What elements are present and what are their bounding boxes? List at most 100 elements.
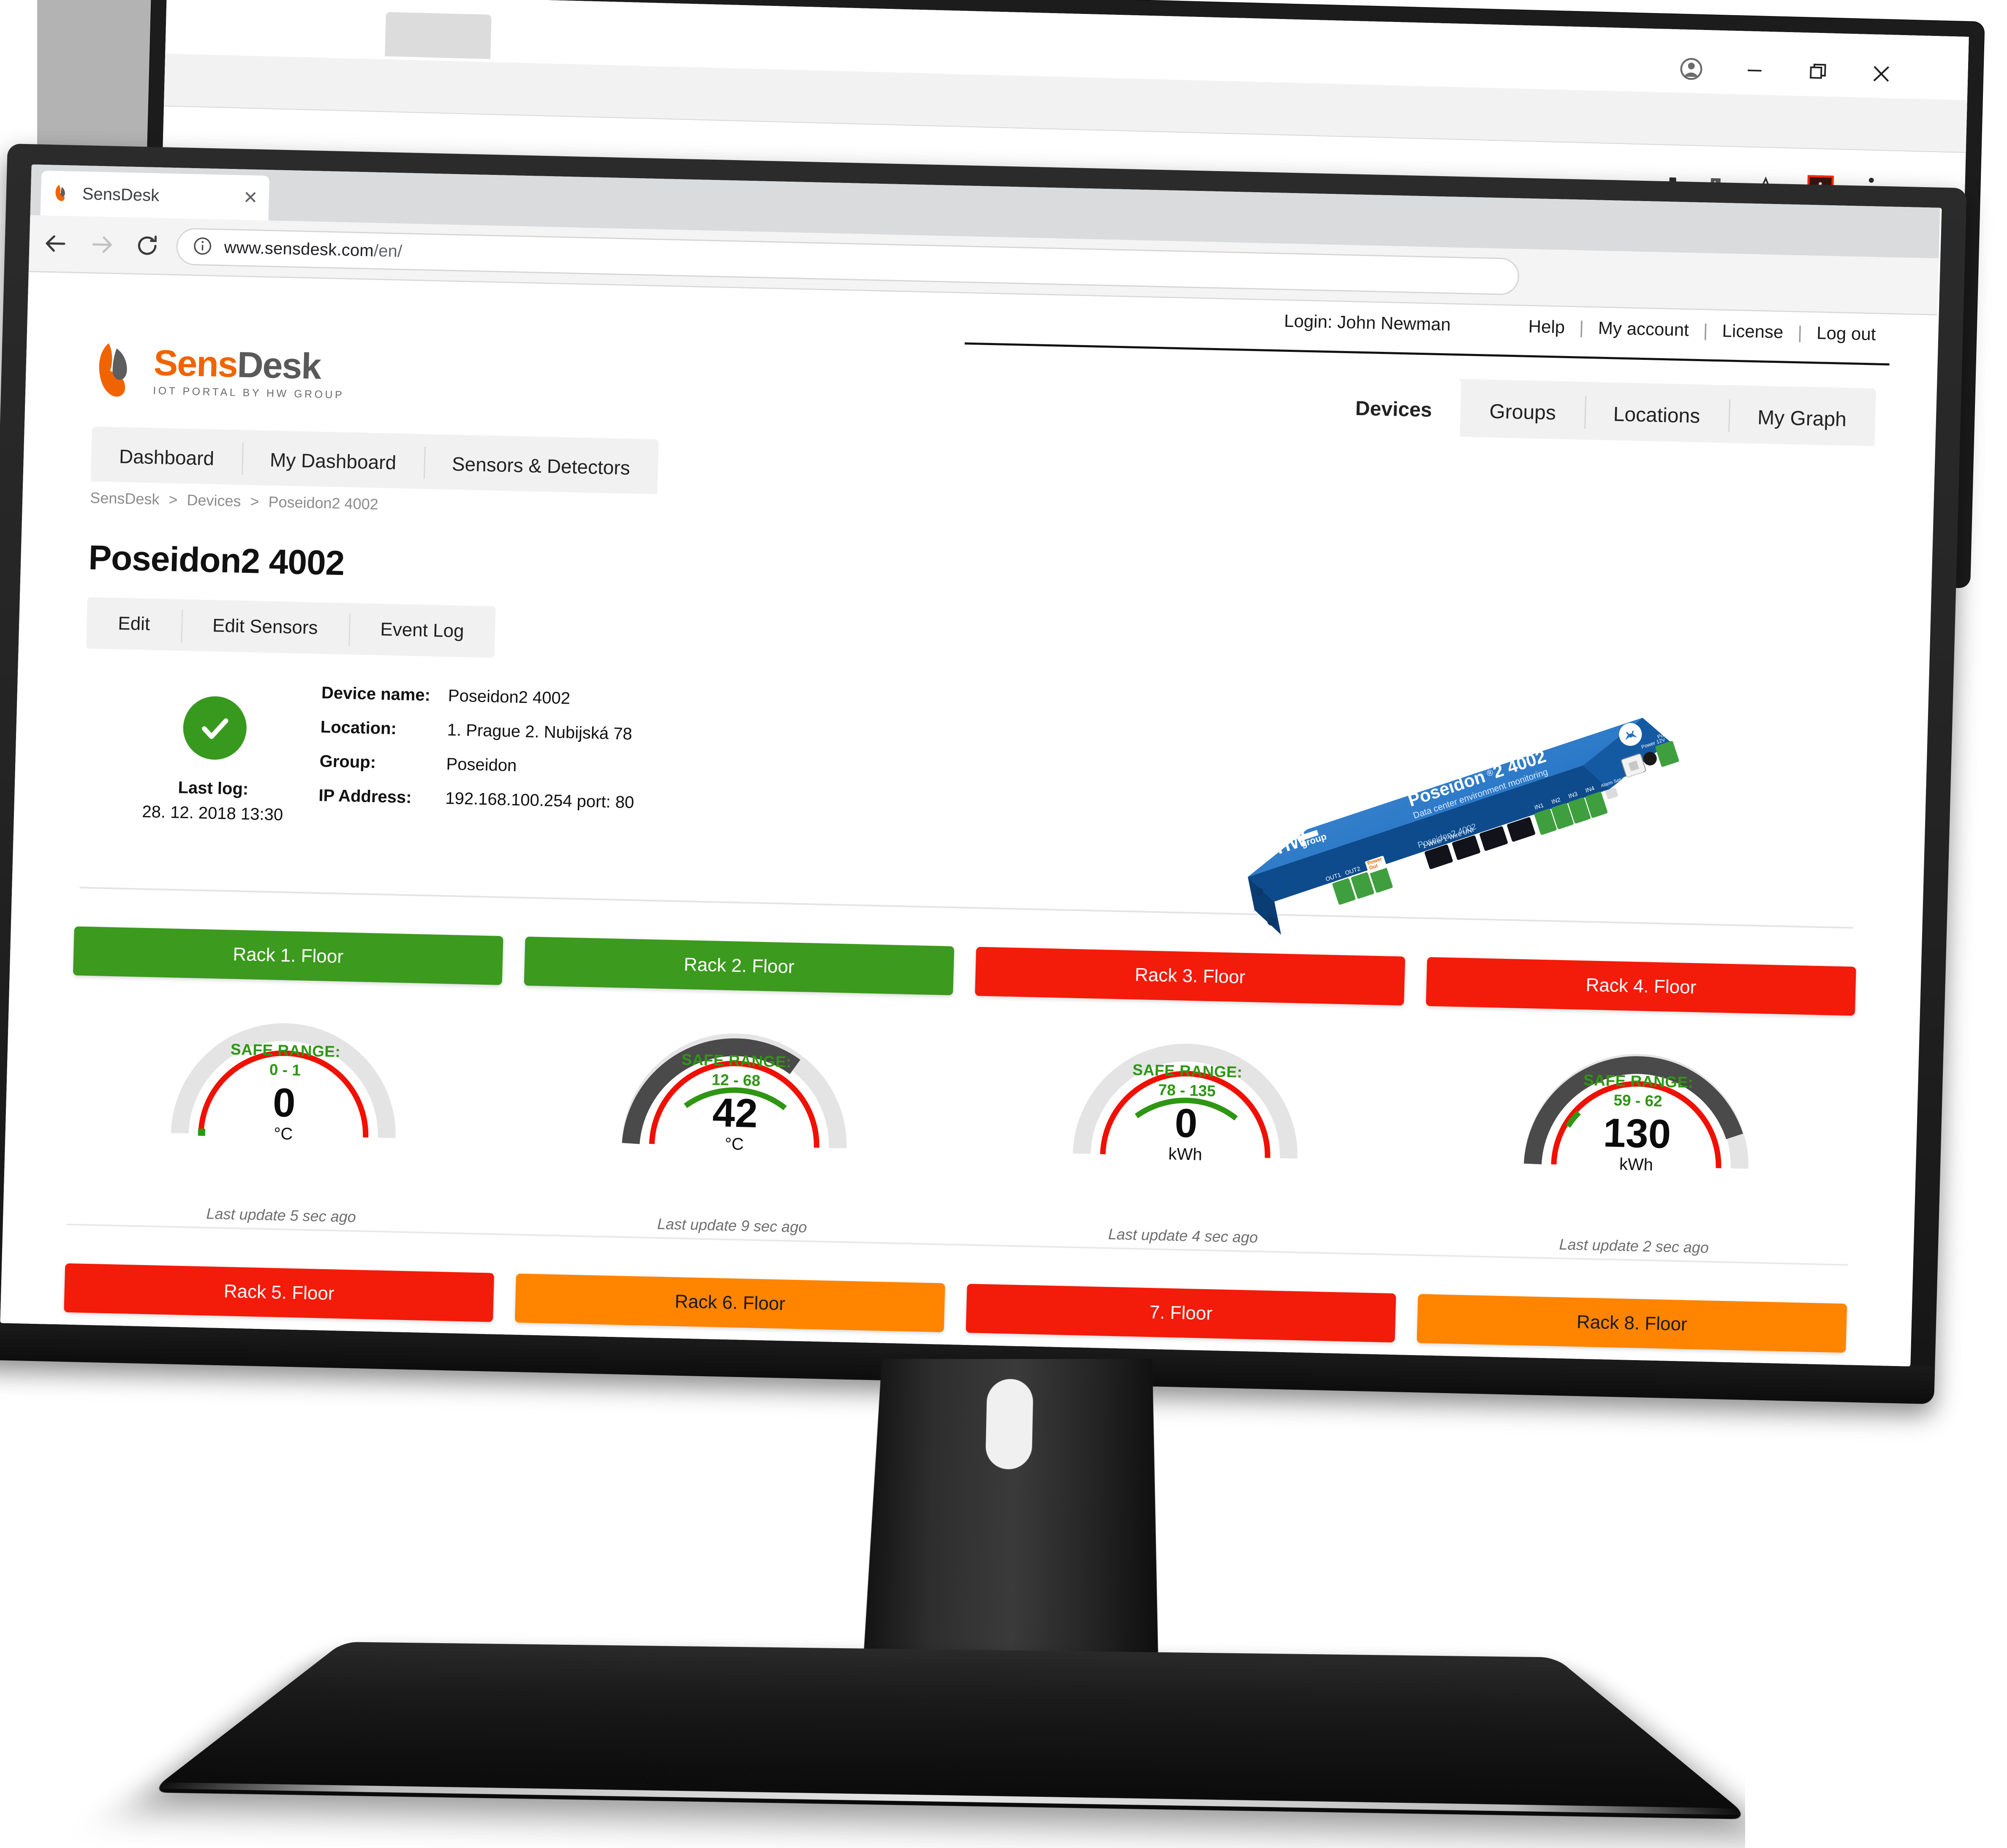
- breadcrumb-separator: >: [250, 493, 259, 510]
- action-tab-event-log[interactable]: Event Log: [348, 603, 496, 658]
- breadcrumb: SensDesk > Devices > Poseidon2 4002: [90, 489, 1864, 547]
- site-info-icon[interactable]: [192, 235, 213, 259]
- license-link[interactable]: License: [1708, 320, 1798, 343]
- info-row-ip-address: IP Address: 192.168.100.254 port: 80: [318, 786, 634, 812]
- last-log-value: 28. 12. 2018 13:30: [128, 802, 297, 825]
- nav-tab-locations[interactable]: Locations: [1584, 382, 1730, 443]
- nav-tab-groups[interactable]: Groups: [1460, 379, 1585, 440]
- gauge-safe-range: 59 - 62: [1515, 1089, 1761, 1113]
- device-status-column: Last log: 28. 12. 2018 13:30: [128, 694, 300, 825]
- info-row-location: Location: 1. Prague 2. Nubijská 78: [320, 718, 636, 744]
- address-bar-url: www.sensdesk.com/en/: [224, 238, 402, 261]
- info-value: Poseidon: [446, 755, 517, 776]
- gauge-readout-2: SAFE RANGE: 12 - 68 42 °C: [612, 1049, 859, 1157]
- monitor-stand-slot: [985, 1379, 1033, 1470]
- gauge-safe-range: 78 - 135: [1064, 1079, 1310, 1102]
- sensdesk-logo-mark: [93, 340, 144, 400]
- info-value: 192.168.100.254 port: 80: [445, 789, 634, 812]
- gauge-readout-4: SAFE RANGE: 59 - 62 130 kWh: [1513, 1070, 1761, 1177]
- gauge-header-8[interactable]: Rack 8. Floor: [1417, 1294, 1847, 1353]
- page-content: SensDesk > Devices > Poseidon2 4002 Pose…: [12, 424, 1933, 930]
- gauge-dial-3: SAFE RANGE: 78 - 135 0 kWh: [1063, 1026, 1311, 1167]
- gauge-body-4: SAFE RANGE: 59 - 62 130 kWh: [1420, 1035, 1854, 1235]
- gauge-value: 130: [1514, 1110, 1760, 1157]
- gauge-safe-range: 0 - 1: [162, 1059, 408, 1082]
- gauge-header-label: Rack 6. Floor: [674, 1291, 786, 1315]
- breadcrumb-separator: >: [169, 491, 178, 508]
- check-circle-icon: [182, 696, 247, 760]
- svg-text:Power 9-30V: Power 9-30V: [1656, 725, 1686, 740]
- info-label: Device name:: [321, 683, 448, 705]
- device-summary: Last log: 28. 12. 2018 13:30 Device name…: [80, 678, 1858, 912]
- logo-wordmark: SensDesk: [153, 343, 321, 387]
- monitor-bezel: SensDesk ✕ www.sensdesk.com/en/ Login: J…: [0, 144, 1967, 1404]
- gauge-dial-2: SAFE RANGE: 12 - 68 42 °C: [612, 1016, 860, 1157]
- info-label: IP Address:: [318, 786, 446, 808]
- sensdesk-favicon: [52, 182, 74, 204]
- last-log-label: Last log:: [128, 777, 298, 800]
- gauge-readout-3: SAFE RANGE: 78 - 135 0 kWh: [1063, 1059, 1310, 1167]
- action-tab-edit[interactable]: Edit: [86, 597, 182, 651]
- gauge-body-2: SAFE RANGE: 12 - 68 42 °C: [518, 1014, 952, 1214]
- gauge-readout-1: SAFE RANGE: 0 - 1 0 °C: [160, 1039, 408, 1146]
- logo-word-sens: Sens: [153, 343, 238, 385]
- gauge-header-2[interactable]: Rack 2. Floor: [524, 936, 955, 995]
- browser-tab-sensdesk[interactable]: SensDesk ✕: [40, 171, 269, 220]
- monitor-stand-base-highlight: [154, 1782, 1746, 1815]
- device-info-table: Device name: Poseidon2 4002 Location: 1.…: [318, 683, 637, 827]
- monitor-screen: SensDesk ✕ www.sensdesk.com/en/ Login: J…: [0, 164, 1942, 1366]
- gauge-card-8[interactable]: Rack 8. Floor INVALID: [1411, 1294, 1847, 1366]
- logo-word-desk: Desk: [237, 344, 321, 386]
- gauge-value: 0: [161, 1080, 408, 1127]
- url-host: www.sensdesk.com: [224, 238, 374, 260]
- gauge-header-5[interactable]: Rack 5. Floor: [64, 1263, 494, 1322]
- gauge-header-1[interactable]: Rack 1. Floor: [73, 926, 503, 985]
- info-value: Poseidon2 4002: [448, 686, 570, 708]
- monitor: SensDesk ✕ www.sensdesk.com/en/ Login: J…: [0, 0, 2007, 1848]
- forward-button: [85, 228, 119, 261]
- gauge-header-label: Rack 2. Floor: [684, 954, 795, 978]
- breadcrumb-item-sensdesk[interactable]: SensDesk: [90, 489, 160, 508]
- back-button[interactable]: [39, 227, 73, 261]
- sensdesk-logo[interactable]: SensDesk IOT PORTAL BY HW GROUP: [93, 340, 346, 404]
- background-white-block: [1745, 1721, 2007, 1848]
- gauge-dial-1: SAFE RANGE: 0 - 1 0 °C: [160, 1006, 409, 1147]
- gauge-value: 42: [612, 1090, 858, 1137]
- sensdesk-page: Login: John Newman Help | My account | L…: [0, 272, 1937, 1365]
- nav-tab-devices[interactable]: Devices: [1326, 376, 1461, 437]
- nav-tab-my-graph[interactable]: My Graph: [1728, 385, 1876, 446]
- login-text: Login: John Newman: [1284, 311, 1451, 335]
- logout-link[interactable]: Log out: [1802, 323, 1890, 345]
- gauge-header-7[interactable]: 7. Floor: [966, 1284, 1396, 1342]
- gauge-header-label: 7. Floor: [1149, 1302, 1213, 1324]
- browser-window: SensDesk ✕ www.sensdesk.com/en/ Login: J…: [0, 164, 1940, 1365]
- gauge-body-1: SAFE RANGE: 0 - 1 0 °C: [67, 1004, 501, 1204]
- tab-title: SensDesk: [82, 185, 159, 205]
- info-row-group: Group: Poseidon: [319, 752, 635, 778]
- gauge-body-3: SAFE RANGE: 78 - 135 0 kWh: [969, 1024, 1403, 1224]
- gauge-card-1[interactable]: Rack 1. Floor SAFE RANGE: 0 - 1 0 °C Las…: [66, 926, 503, 1229]
- help-link[interactable]: Help: [1514, 316, 1580, 337]
- url-path: /en/: [373, 241, 402, 261]
- gauge-card-2[interactable]: Rack 2. Floor SAFE RANGE: 12 - 68 42 °C …: [517, 936, 955, 1239]
- reload-button[interactable]: [131, 229, 164, 263]
- breadcrumb-item-devices[interactable]: Devices: [187, 491, 241, 510]
- device-photo: HW group Poseidon ® 2 4002 Data center e…: [1179, 686, 1754, 1012]
- gauge-header-label: Rack 1. Floor: [233, 944, 344, 968]
- monitor-stand-base: [149, 1642, 1751, 1819]
- action-tab-edit-sensors[interactable]: Edit Sensors: [181, 599, 350, 655]
- device-action-tabs: Edit Edit Sensors Event Log: [86, 597, 496, 658]
- screenshot-root: A文: [0, 0, 2007, 1848]
- my-account-link[interactable]: My account: [1583, 318, 1703, 340]
- info-label: Group:: [319, 752, 446, 774]
- monitor-stand-neck: [862, 1359, 1164, 1688]
- tab-close-icon[interactable]: ✕: [243, 189, 258, 207]
- gauge-header-label: Rack 8. Floor: [1576, 1312, 1687, 1335]
- info-row-device-name: Device name: Poseidon2 4002: [321, 683, 637, 710]
- gauge-header-6[interactable]: Rack 6. Floor: [515, 1274, 945, 1332]
- info-label: Location:: [320, 718, 447, 740]
- gauge-safe-range: 12 - 68: [613, 1069, 859, 1092]
- info-value: 1. Prague 2. Nubijská 78: [447, 721, 632, 744]
- logo-tagline: IOT PORTAL BY HW GROUP: [153, 385, 345, 401]
- gauge-dial-4: SAFE RANGE: 59 - 62 130 kWh: [1513, 1037, 1762, 1178]
